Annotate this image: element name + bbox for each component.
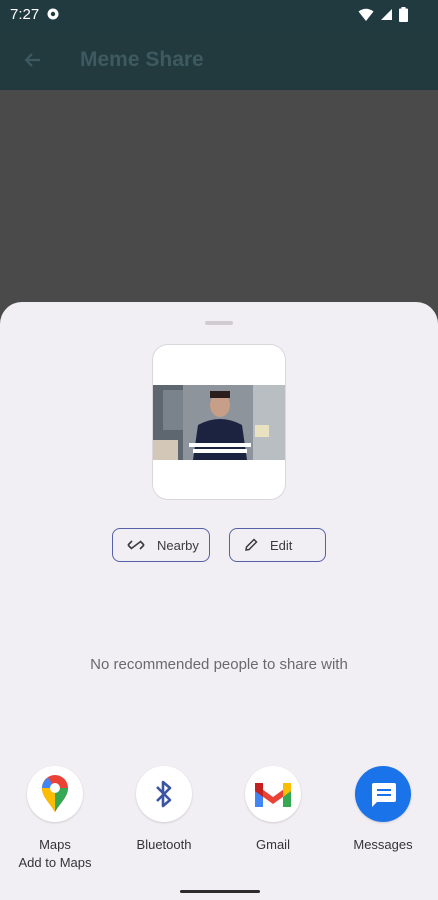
nearby-share-button[interactable]: Nearby (112, 528, 210, 562)
bluetooth-label: Bluetooth (136, 837, 192, 852)
status-bar: 7:27 (0, 0, 438, 30)
share-sheet: Nearby Edit No recommended people to sha… (0, 302, 438, 900)
wifi-icon (358, 8, 374, 21)
nearby-label: Nearby (157, 537, 199, 553)
scrim[interactable] (0, 90, 438, 310)
meme-preview-image (153, 385, 285, 460)
maps-label: Maps (39, 837, 71, 852)
back-arrow-icon[interactable] (18, 45, 48, 75)
share-target-gmail[interactable]: Gmail (218, 766, 328, 854)
google-maps-icon (27, 766, 83, 822)
app-bar: Meme Share (0, 30, 438, 90)
status-time: 7:27 (10, 6, 40, 23)
pencil-icon (245, 538, 258, 551)
image-preview-card (152, 344, 286, 500)
share-target-bluetooth[interactable]: Bluetooth (109, 766, 219, 854)
drag-handle[interactable] (205, 321, 233, 325)
share-target-maps[interactable]: Maps Add to Maps (0, 766, 110, 872)
share-target-messages[interactable]: Messages (328, 766, 438, 854)
app-title: Meme Share (80, 48, 204, 71)
bluetooth-icon (136, 766, 192, 822)
messages-label: Messages (353, 837, 413, 852)
maps-sublabel: Add to Maps (18, 855, 92, 870)
gmail-icon (245, 766, 301, 822)
cell-signal-icon (381, 9, 392, 20)
edit-button[interactable]: Edit (229, 528, 326, 562)
gesture-nav-handle[interactable] (180, 890, 260, 893)
no-recommended-people-text: No recommended people to share with (90, 656, 348, 673)
battery-icon (399, 7, 408, 22)
messages-icon (355, 766, 411, 822)
status-icons (358, 7, 408, 22)
nearby-share-icon (127, 540, 145, 550)
edit-label: Edit (270, 537, 293, 553)
gmail-label: Gmail (256, 837, 290, 852)
notification-icon (47, 8, 59, 20)
